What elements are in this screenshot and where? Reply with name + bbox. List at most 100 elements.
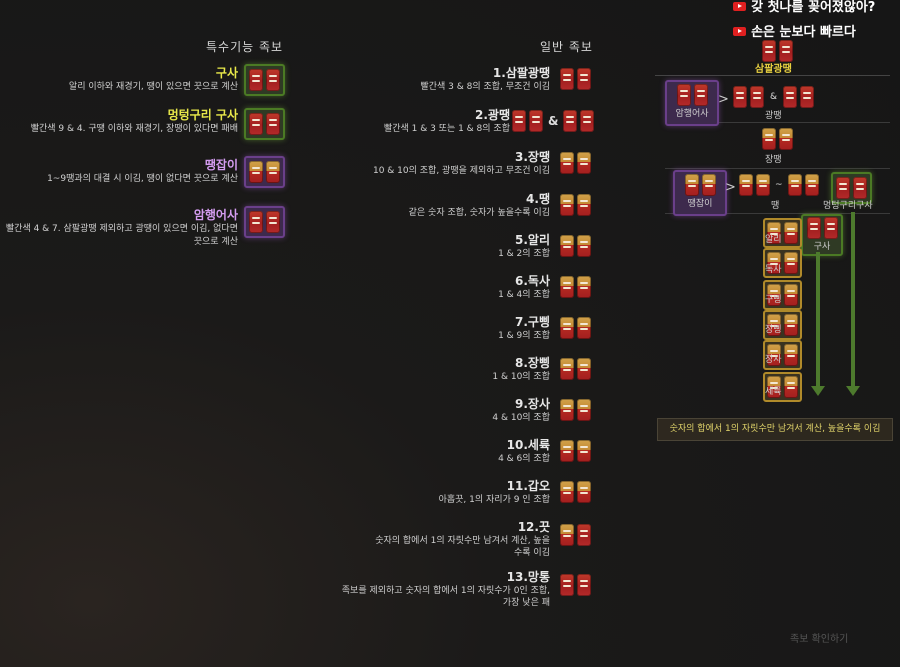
- normal-card-pair: [560, 524, 591, 546]
- hwatu-card: [836, 177, 850, 199]
- chain-label: 장삥: [765, 325, 782, 335]
- normal-card-pair: [560, 358, 591, 380]
- special-card-pair: [244, 206, 285, 238]
- special-combo: 땡잡이 1~9땡과의 대결 시 이김, 땡이 없다면 끗으로 계산: [47, 158, 238, 184]
- normal-card-pair: [560, 152, 591, 174]
- hwatu-card: [577, 276, 591, 298]
- hwatu-card: [784, 376, 798, 398]
- down-arrow-icon: [846, 386, 860, 396]
- hierarchy-diagram: 삼팔광땡 암행어사 > & 광땡 장땡 땡잡이 > ~ 땡 멍텅구리구사 구사 …: [605, 0, 900, 470]
- gwangttaeng-cards: &: [733, 86, 815, 108]
- hwatu-card: [784, 314, 798, 336]
- hwatu-card: [577, 440, 591, 462]
- hwatu-card: [560, 524, 574, 546]
- hwatu-card: [266, 113, 280, 135]
- normal-combo: 12.끗 숫자의 합에서 1의 자릿수만 남겨서 계산, 높을수록 이김: [375, 520, 550, 558]
- amhaeng-box: 암행어사: [665, 80, 719, 126]
- normal-card-pair: [560, 440, 591, 462]
- hwatu-card: [800, 86, 815, 108]
- hwatu-card: [750, 86, 764, 108]
- note-box: 숫자의 합에서 1의 자릿수만 남겨서 계산, 높을수록 이김: [657, 418, 893, 441]
- normal-card-pair: [560, 481, 591, 503]
- hwatu-card: [577, 524, 591, 546]
- hwatu-card: [563, 110, 578, 132]
- hwatu-card: [560, 68, 574, 90]
- ttaengjapi-box: 땡잡이: [673, 170, 727, 216]
- divider: [665, 168, 890, 169]
- hwatu-card: [560, 574, 574, 596]
- hwatu-card: [784, 284, 798, 306]
- normal-combo: 9.장사 4 & 10의 조합: [492, 397, 550, 423]
- normal-combo: 5.알리 1 & 2의 조합: [498, 233, 550, 259]
- hwatu-card: [266, 211, 280, 233]
- normal-combo: 4.땡 같은 숫자 조합, 숫자가 높을수록 이김: [408, 192, 550, 218]
- normal-combo: 6.독사 1 & 4의 조합: [498, 274, 550, 300]
- special-section-title: 특수기능 족보: [206, 40, 284, 54]
- normal-combo: 11.갑오 아홉끗, 1의 자리가 9 인 조합: [438, 479, 550, 505]
- hwatu-card: [580, 110, 595, 132]
- hwatu-card: [529, 110, 543, 132]
- normal-card-pair: [560, 276, 591, 298]
- normal-combo: 3.장땡 10 & 10의 조합, 광땡을 제외하고 무조건 이김: [372, 150, 550, 176]
- normal-card-pair: [560, 317, 591, 339]
- chain-label: 독사: [765, 265, 782, 275]
- hwatu-card: [560, 358, 574, 380]
- normal-card-pair: [560, 235, 591, 257]
- hwatu-card: [701, 174, 716, 196]
- hwatu-card: [684, 174, 699, 196]
- hwatu-card: [762, 40, 776, 62]
- ttaeng-label: 땡: [771, 201, 780, 211]
- ttaeng-cards: ~: [739, 174, 819, 196]
- hwatu-card: [577, 574, 591, 596]
- special-combo: 멍텅구리 구사 빨간색 9 & 4. 구땡 이하와 재경기, 장땡이 있다면 패…: [30, 108, 238, 134]
- greater-than-icon: >: [718, 92, 729, 107]
- hwatu-card: [577, 358, 591, 380]
- sampal-label: 삼팔광땡: [755, 64, 792, 75]
- hwatu-card: [853, 177, 867, 199]
- normal-section-title: 일반 족보: [540, 40, 593, 54]
- gwangttaeng-label: 광땡: [765, 111, 782, 121]
- hwatu-card: [249, 113, 263, 135]
- hwatu-card: [756, 174, 770, 196]
- normal-card-pair: [560, 194, 591, 216]
- divider: [655, 75, 890, 76]
- hwatu-card: [806, 217, 821, 239]
- hwatu-card: [249, 211, 263, 233]
- chain-label: 구삥: [765, 295, 782, 305]
- special-card-pair: [244, 156, 285, 188]
- hwatu-card: [560, 235, 574, 257]
- hwatu-card: [577, 399, 591, 421]
- down-arrow-icon: [811, 386, 825, 396]
- hwatu-card: [787, 174, 802, 196]
- meongteong-label: 멍텅구리구사: [823, 201, 873, 211]
- hwatu-card: [560, 440, 574, 462]
- hwatu-card: [784, 252, 798, 274]
- normal-combo: 7.구삥 1 & 9의 조합: [498, 315, 550, 341]
- hwatu-card: [560, 152, 574, 174]
- hwatu-card: [577, 481, 591, 503]
- hwatu-card: [560, 194, 574, 216]
- hwatu-card: [577, 68, 591, 90]
- special-combo: 구사 알리 이하와 재경기, 땡이 있으면 끗으로 계산: [68, 66, 238, 92]
- hwatu-card: [762, 128, 776, 150]
- hwatu-card: [266, 161, 280, 183]
- special-combo: 암행어사 빨간색 4 & 7. 삼팔광땡 제외하고 광땡이 있으면 이김, 없다…: [5, 208, 238, 247]
- chain-label: 세륙: [765, 387, 782, 397]
- hwatu-card: [249, 161, 263, 183]
- normal-combo: 1.삼팔광땡 빨간색 3 & 8의 조합, 무조건 이김: [420, 66, 550, 92]
- hwatu-card: [739, 174, 753, 196]
- hwatu-card: [804, 174, 819, 196]
- normal-combo: 13.망통 족보를 제외하고 숫자의 합에서 1의 자릿수가 0인 조합, 가장…: [341, 570, 550, 608]
- hwatu-card: [676, 84, 691, 106]
- hwatu-card: [512, 110, 526, 132]
- normal-combo: 10.세륙 4 & 6의 조합: [498, 438, 550, 464]
- hwatu-card: [560, 399, 574, 421]
- chain-label: 장사: [765, 355, 782, 365]
- normal-combo: 2.광땡 빨간색 1 & 3 또는 1 & 8의 조합: [383, 108, 510, 134]
- hwatu-card: [784, 222, 798, 244]
- special-card-pair: [244, 64, 285, 96]
- arrow-line: [816, 252, 820, 387]
- normal-card-pair: [560, 399, 591, 421]
- normal-card-pair: [560, 574, 591, 596]
- chain-label: 알리: [765, 235, 782, 245]
